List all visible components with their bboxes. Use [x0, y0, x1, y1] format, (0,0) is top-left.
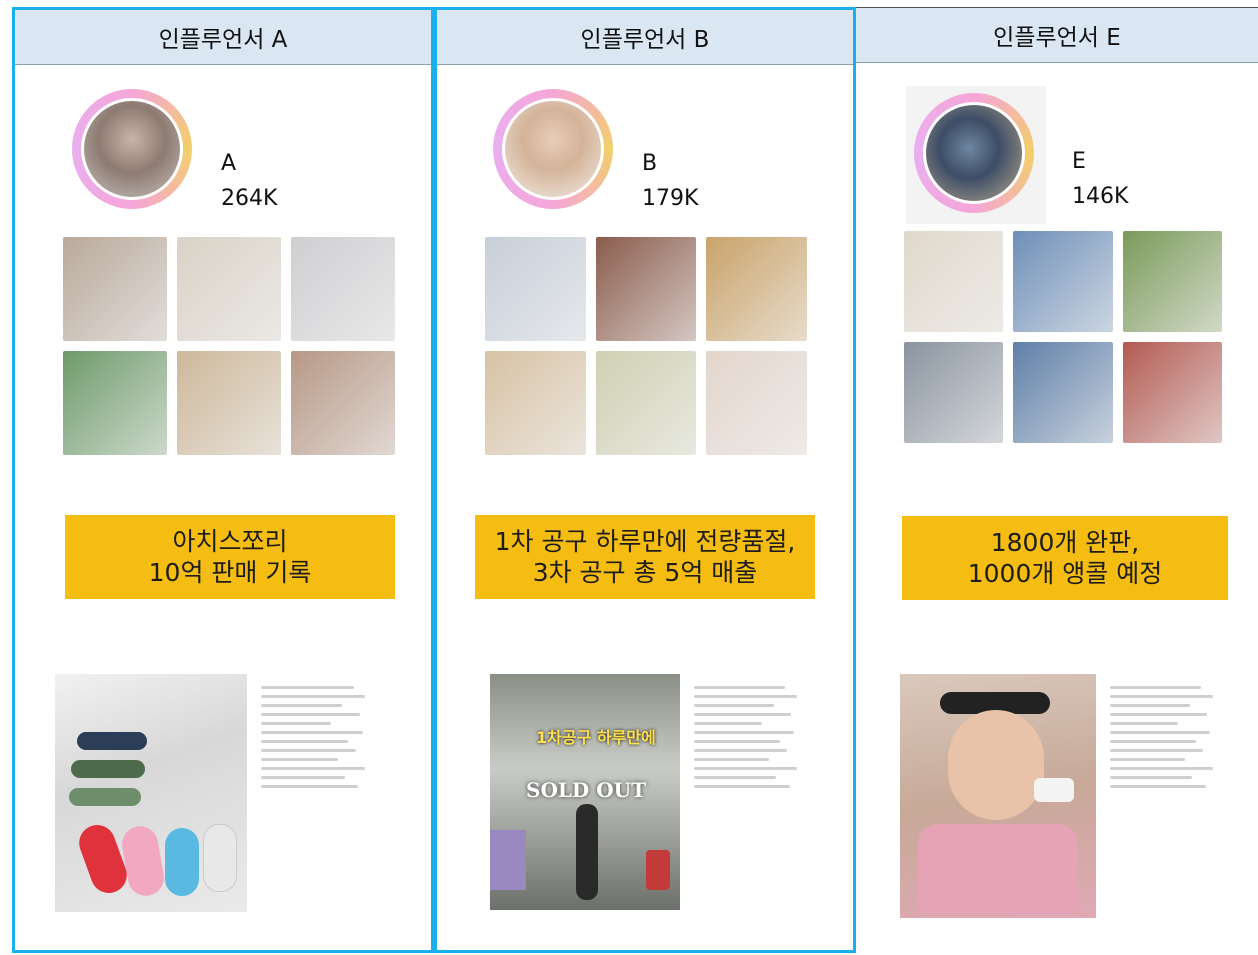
avatar	[72, 89, 192, 209]
post-overlay-caption: 1차공구 하루만에	[536, 728, 656, 747]
feed-thumbnail	[904, 231, 1004, 332]
influencer-handle: B	[642, 151, 658, 176]
feed-thumbnail	[1122, 231, 1222, 332]
banner-line: 1800개 완판,	[990, 528, 1140, 557]
banner-line: 3차 공구 총 5억 매출	[532, 558, 758, 587]
instagram-post	[900, 674, 1232, 918]
feed-thumbnail	[904, 342, 1004, 443]
post-photo: 1차공구 하루만에 SOLD OUT	[490, 674, 680, 910]
feed-thumbnail	[177, 237, 281, 341]
follower-count: 264K	[221, 186, 278, 211]
influencer-card-a: 인플루언서 A A 264K 아치스쪼리 10억 판매 기록	[12, 7, 434, 953]
feed-thumbnail-grid	[63, 237, 395, 455]
sold-out-label: SOLD OUT	[526, 778, 646, 802]
influencer-handle: A	[221, 151, 237, 176]
sales-highlight-banner: 1800개 완판, 1000개 앵콜 예정	[902, 516, 1228, 600]
feed-thumbnail	[63, 237, 167, 341]
feed-thumbnail	[177, 351, 281, 455]
banner-line: 아치스쪼리	[172, 527, 288, 556]
feed-thumbnail	[291, 351, 395, 455]
influencer-handle: E	[1072, 149, 1086, 174]
banner-line: 1000개 앵콜 예정	[967, 559, 1163, 588]
instagram-post	[55, 674, 385, 912]
feed-thumbnail	[595, 351, 697, 455]
column-header: 인플루언서 E	[856, 8, 1258, 63]
feed-thumbnail-grid	[485, 237, 807, 455]
post-caption-panel	[1102, 674, 1232, 918]
banner-line: 10억 판매 기록	[148, 558, 312, 587]
feed-thumbnail	[291, 237, 395, 341]
feed-thumbnail	[706, 351, 807, 455]
instagram-post: 1차공구 하루만에 SOLD OUT	[490, 674, 816, 910]
feed-thumbnail	[1122, 342, 1222, 443]
influencer-card-e: 인플루언서 E E 146K 1800개 완판, 1000개 앵콜 예정	[856, 7, 1258, 953]
sales-highlight-banner: 아치스쪼리 10억 판매 기록	[65, 515, 395, 599]
post-caption-panel	[686, 674, 816, 910]
banner-line: 1차 공구 하루만에 전량품절,	[494, 527, 796, 556]
feed-thumbnail	[595, 237, 697, 341]
feed-thumbnail	[706, 237, 807, 341]
influencer-card-b: 인플루언서 B B 179K 1차 공구 하루만에 전량품절, 3차 공구 총 5…	[434, 7, 856, 953]
post-photo	[55, 674, 247, 912]
post-caption-panel	[253, 674, 385, 912]
follower-count: 179K	[642, 186, 699, 211]
follower-count: 146K	[1072, 184, 1129, 209]
feed-thumbnail	[1013, 231, 1113, 332]
feed-thumbnail	[485, 351, 586, 455]
column-header: 인플루언서 A	[15, 10, 431, 65]
avatar	[914, 93, 1034, 213]
column-header: 인플루언서 B	[437, 10, 853, 65]
feed-thumbnail-grid	[904, 231, 1222, 443]
feed-thumbnail	[485, 237, 586, 341]
feed-thumbnail	[1013, 342, 1113, 443]
avatar	[493, 89, 613, 209]
sales-highlight-banner: 1차 공구 하루만에 전량품절, 3차 공구 총 5억 매출	[475, 515, 815, 599]
post-photo	[900, 674, 1096, 918]
feed-thumbnail	[63, 351, 167, 455]
